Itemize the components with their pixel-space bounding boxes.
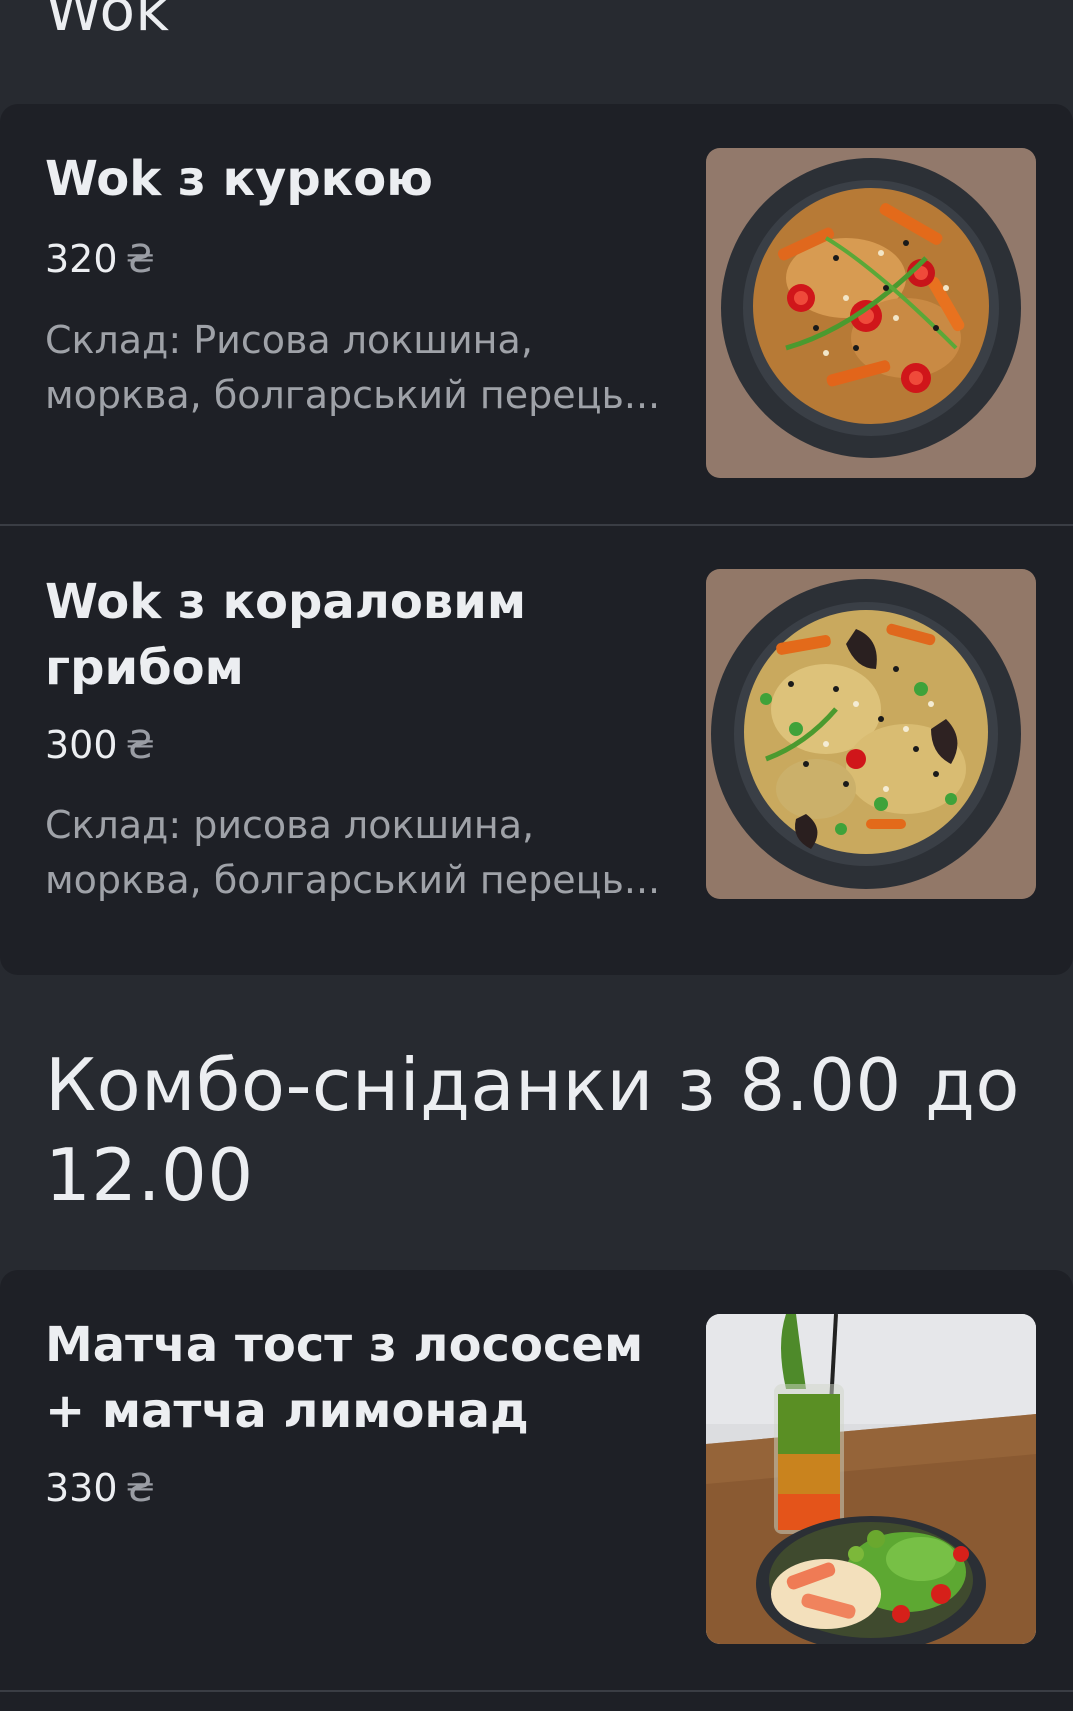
item-photo-wok-coral-mushroom[interactable] bbox=[706, 569, 1036, 899]
price-value: 330 bbox=[45, 1466, 118, 1510]
item-price: 320 ₴ bbox=[45, 235, 155, 283]
item-name: Матча тост з лососем + матча лимонад bbox=[45, 1317, 644, 1439]
matcha-combo-photo-image bbox=[706, 1314, 1036, 1644]
item-name: Wok з кораловим грибом bbox=[45, 574, 527, 696]
item-divider bbox=[0, 1690, 1073, 1692]
price-value: 320 bbox=[45, 237, 118, 281]
currency-symbol: ₴ bbox=[125, 1466, 155, 1510]
wok-mushroom-photo-image bbox=[706, 569, 1036, 899]
price-value: 300 bbox=[45, 723, 118, 767]
menu-item-matcha-toast-salmon[interactable]: Матча тост з лососем + матча лимонад 330… bbox=[0, 1270, 1073, 1690]
menu-page: Wok Wok з куркою 320 ₴ Склад: Рисова локш… bbox=[0, 0, 1073, 1711]
item-description: Склад: Рисова локшина, морква, болгарськ… bbox=[45, 318, 661, 417]
item-price: 330 ₴ bbox=[45, 1464, 155, 1512]
section-title-combo-breakfast: Комбо-сніданки з 8.00 до 12.00 bbox=[45, 1043, 1020, 1217]
section-title-wok: Wok bbox=[45, 0, 170, 44]
item-name: Wok з куркою bbox=[45, 151, 433, 207]
currency-symbol: ₴ bbox=[125, 723, 155, 767]
currency-symbol: ₴ bbox=[125, 237, 155, 281]
item-photo-matcha-toast-salmon[interactable] bbox=[706, 1314, 1036, 1644]
wok-chicken-photo-image bbox=[706, 148, 1036, 478]
menu-item-wok-chicken[interactable]: Wok з куркою 320 ₴ Склад: Рисова локшина,… bbox=[0, 104, 1073, 524]
item-price: 300 ₴ bbox=[45, 721, 155, 769]
menu-item-wok-coral-mushroom[interactable]: Wok з кораловим грибом 300 ₴ Склад: рисов… bbox=[0, 526, 1073, 975]
item-photo-wok-chicken[interactable] bbox=[706, 148, 1036, 478]
wok-items-card: Wok з куркою 320 ₴ Склад: Рисова локшина,… bbox=[0, 104, 1073, 975]
item-description: Склад: рисова локшина, морква, болгарськ… bbox=[45, 803, 661, 902]
combo-items-card: Матча тост з лососем + матча лимонад 330… bbox=[0, 1270, 1073, 1711]
